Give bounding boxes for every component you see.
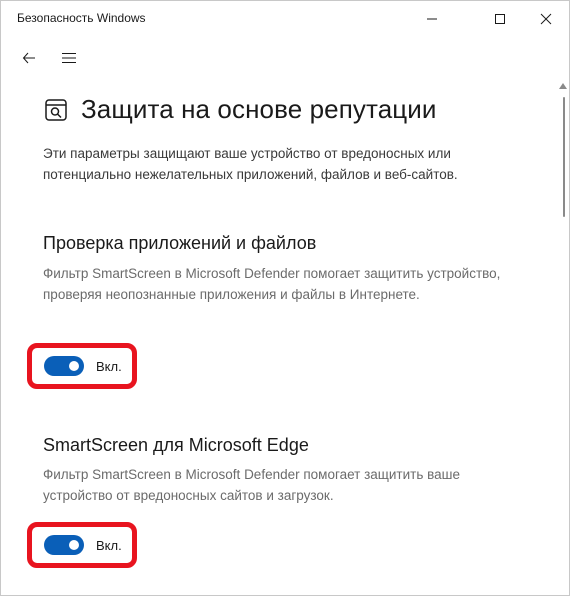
hamburger-menu-icon	[62, 53, 76, 63]
maximize-button[interactable]	[477, 1, 523, 37]
back-arrow-icon	[22, 52, 35, 64]
page-header: Защита на основе репутации	[43, 94, 437, 125]
toggle-app-check[interactable]	[44, 356, 84, 376]
back-button[interactable]	[15, 47, 43, 69]
toggle-label-edge-smartscreen: Вкл.	[96, 537, 122, 553]
page-title: Защита на основе репутации	[81, 94, 437, 124]
section-description-edge-smartscreen: Фильтр SmartScreen в Microsoft Defender …	[43, 467, 460, 503]
page-description: Эти параметры защищают ваше устройство о…	[43, 146, 458, 182]
toggle-label-app-check: Вкл.	[96, 358, 122, 374]
close-button[interactable]	[523, 1, 569, 37]
highlight-box-edge-smartscreen: Вкл.	[27, 522, 137, 568]
nav-bar	[1, 41, 569, 75]
title-bar: Безопасность Windows	[1, 1, 569, 37]
toggle-edge-smartscreen[interactable]	[44, 535, 84, 555]
window-title: Безопасность Windows	[17, 11, 146, 25]
minimize-icon	[427, 18, 437, 20]
scrollbar-thumb[interactable]	[563, 97, 565, 217]
section-description-app-check: Фильтр SmartScreen в Microsoft Defender …	[43, 266, 501, 302]
minimize-button[interactable]	[409, 1, 455, 37]
toggle-knob	[69, 361, 79, 371]
close-icon	[540, 13, 552, 25]
highlight-box-app-check: Вкл.	[27, 343, 137, 389]
maximize-icon	[495, 14, 505, 24]
menu-button[interactable]	[55, 47, 83, 69]
app-browser-control-icon	[43, 97, 69, 123]
section-title-app-check: Проверка приложений и файлов	[43, 233, 317, 253]
section-title-edge-smartscreen: SmartScreen для Microsoft Edge	[43, 435, 309, 455]
scroll-up-arrow-icon[interactable]	[559, 83, 567, 89]
app-window: Безопасность Windows Защита на основе ре…	[0, 0, 570, 596]
toggle-knob	[69, 540, 79, 550]
